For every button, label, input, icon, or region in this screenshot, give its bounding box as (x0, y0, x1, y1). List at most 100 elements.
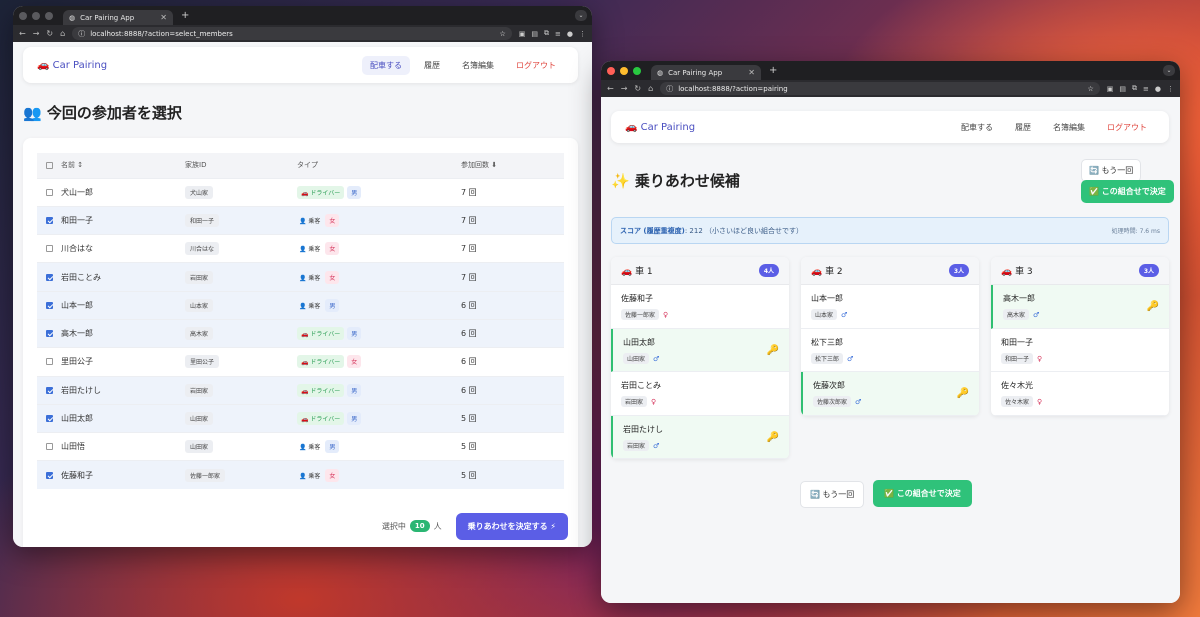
bookmark-star-icon[interactable]: ☆ (1087, 85, 1093, 93)
col-name[interactable]: 名前 ↕ (61, 153, 185, 178)
row-checkbox[interactable] (46, 273, 53, 281)
extension-icon[interactable]: ▤ (1119, 85, 1126, 93)
address-bar[interactable]: ⓘ localhost:8888/?action=pairing ☆ (660, 82, 1100, 95)
row-checkbox[interactable] (46, 386, 53, 394)
zoom-window-button[interactable] (633, 66, 641, 75)
row-checkbox[interactable] (46, 358, 53, 366)
table-row[interactable]: 岩田たけし 岩田家 🚗 ドライバー男 6 回 (37, 375, 564, 405)
car-member[interactable]: 佐藤次郎 佐藤次郎家 ♂ 🔑 (801, 372, 979, 416)
bookmark-star-icon[interactable]: ☆ (499, 30, 505, 38)
member-name: 高木一郎 (61, 318, 185, 348)
car-member[interactable]: 松下三郎 松下三郎 ♂ (801, 329, 979, 372)
submit-pairing-button[interactable]: 乗りあわせを決定する ⚡ (455, 512, 568, 540)
table-row[interactable]: 犬山一郎 犬山家 🚗 ドライバー男 7 回 (37, 177, 564, 207)
media-icon[interactable]: ≡ (1143, 85, 1149, 93)
table-row[interactable]: 高木一郎 高木家 🚗 ドライバー男 6 回 (37, 318, 564, 348)
extension-icon[interactable]: ▣ (1107, 85, 1114, 93)
site-info-icon[interactable]: ⓘ (666, 84, 673, 94)
reload-icon[interactable]: ↻ (46, 29, 53, 38)
decide-button[interactable]: ✅ この組合せで決定 (873, 480, 972, 507)
puzzle-icon[interactable]: ⧉ (544, 29, 549, 38)
table-row[interactable]: 岩田ことみ 岩田家 👤 乗客女 7 回 (37, 262, 564, 292)
row-checkbox[interactable] (46, 216, 53, 224)
nav-logout[interactable]: ログアウト (1099, 118, 1155, 137)
globe-icon: ◍ (657, 68, 664, 77)
chevron-down-icon[interactable]: ⌄ (575, 10, 587, 21)
family-badge: 高木家 (1003, 309, 1030, 320)
home-icon[interactable]: ⌂ (648, 84, 653, 93)
family-badge: 佐藤一郎家 (185, 468, 226, 482)
extension-icon[interactable]: ▣ (519, 30, 526, 38)
minimize-window-button[interactable] (32, 11, 40, 20)
car-member[interactable]: 山本一郎 山本家 ♂ (801, 285, 979, 329)
col-count[interactable]: 参加回数 ⬇ (461, 153, 564, 178)
new-tab-button[interactable]: + (769, 65, 777, 76)
extension-icon[interactable]: ▤ (531, 30, 538, 38)
menu-icon[interactable]: ⋮ (1167, 85, 1174, 93)
browser-tab[interactable]: ◍ Car Pairing App ✕ (651, 65, 761, 80)
car-member[interactable]: 佐々木光 佐々木家 ♀ (991, 372, 1169, 416)
family-badge: 川合はな (185, 242, 220, 256)
row-checkbox[interactable] (46, 330, 53, 338)
puzzle-icon[interactable]: ⧉ (1132, 84, 1137, 93)
table-row[interactable]: 山本一郎 山本家 👤 乗客男 6 回 (37, 290, 564, 320)
car-member[interactable]: 岩田たけし 岩田家 ♂ 🔑 (611, 415, 789, 459)
member-name: 松下三郎 (811, 337, 843, 347)
site-info-icon[interactable]: ⓘ (78, 29, 85, 39)
nav-roster[interactable]: 名簿編集 (1045, 118, 1093, 137)
car-member[interactable]: 岩田ことみ 岩田家 ♀ (611, 372, 789, 416)
back-icon[interactable]: ← (607, 84, 614, 93)
table-row[interactable]: 佐藤和子 佐藤一郎家 👤 乗客女 5 回 (37, 460, 564, 490)
profile-icon[interactable]: ● (1155, 85, 1161, 93)
table-row[interactable]: 和田一子 和田一子 👤 乗客女 7 回 (37, 205, 564, 235)
browser-tab[interactable]: ◍ Car Pairing App ✕ (63, 10, 173, 25)
profile-icon[interactable]: ● (567, 30, 573, 38)
table-row[interactable]: 川合はな 川合はな 👤 乗客女 7 回 (37, 234, 564, 263)
family-badge: 犬山家 (185, 185, 214, 199)
decide-button-top[interactable]: ✅ この組合せで決定 (1081, 180, 1174, 203)
brand-link[interactable]: 🚗 Car Pairing (37, 60, 362, 71)
nav-history[interactable]: 履歴 (1007, 118, 1039, 137)
back-icon[interactable]: ← (19, 29, 26, 38)
retry-button[interactable]: 🔄 もう一回 (800, 481, 865, 508)
home-icon[interactable]: ⌂ (60, 29, 65, 38)
nav-assign[interactable]: 配車する (362, 55, 410, 75)
address-bar[interactable]: ⓘ localhost:8888/?action=select_members … (72, 27, 512, 40)
car-member[interactable]: 高木一郎 高木家 ♂ 🔑 (991, 285, 1169, 329)
nav-assign[interactable]: 配車する (953, 118, 1001, 137)
members-table-card: 名前 ↕ 家族ID タイプ 参加回数 ⬇ 犬山一郎 犬山家 🚗 ドライバー男 7 回和… (23, 138, 578, 547)
nav-roster[interactable]: 名簿編集 (454, 56, 502, 75)
car-member[interactable]: 佐藤和子 佐藤一郎家 ♀ (611, 285, 789, 329)
menu-icon[interactable]: ⋮ (579, 30, 586, 38)
row-checkbox[interactable] (46, 245, 53, 253)
row-checkbox[interactable] (46, 443, 53, 451)
nav-history[interactable]: 履歴 (416, 56, 448, 75)
brand-link[interactable]: 🚗 Car Pairing (625, 122, 953, 133)
close-tab-icon[interactable]: ✕ (748, 68, 755, 77)
retry-button-top[interactable]: 🔄 もう一回 (1081, 159, 1142, 182)
forward-icon[interactable]: → (621, 84, 628, 93)
reload-icon[interactable]: ↻ (634, 84, 641, 93)
new-tab-button[interactable]: + (181, 10, 189, 21)
row-checkbox[interactable] (46, 471, 53, 479)
table-row[interactable]: 山田悟 山田家 👤 乗客男 5 回 (37, 432, 564, 461)
car-member[interactable]: 山田太郎 山田家 ♂ 🔑 (611, 328, 789, 372)
row-checkbox[interactable] (46, 415, 53, 423)
close-window-button[interactable] (19, 11, 27, 20)
row-checkbox[interactable] (46, 188, 53, 196)
chevron-down-icon[interactable]: ⌄ (1163, 65, 1175, 76)
zoom-window-button[interactable] (45, 11, 53, 20)
member-name: 岩田ことみ (61, 262, 185, 292)
gender-badge: 男 (325, 298, 340, 312)
select-all-checkbox[interactable] (46, 161, 53, 169)
close-window-button[interactable] (607, 66, 615, 75)
table-row[interactable]: 里田公子 里田公子 🚗 ドライバー女 6 回 (37, 347, 564, 377)
minimize-window-button[interactable] (620, 66, 628, 75)
row-checkbox[interactable] (46, 301, 53, 309)
nav-logout[interactable]: ログアウト (508, 56, 564, 75)
media-icon[interactable]: ≡ (555, 30, 561, 38)
close-tab-icon[interactable]: ✕ (160, 13, 167, 22)
table-row[interactable]: 山田太郎 山田家 🚗 ドライバー男 5 回 (37, 403, 564, 433)
car-member[interactable]: 和田一子 和田一子 ♀ (991, 329, 1169, 372)
forward-icon[interactable]: → (33, 29, 40, 38)
